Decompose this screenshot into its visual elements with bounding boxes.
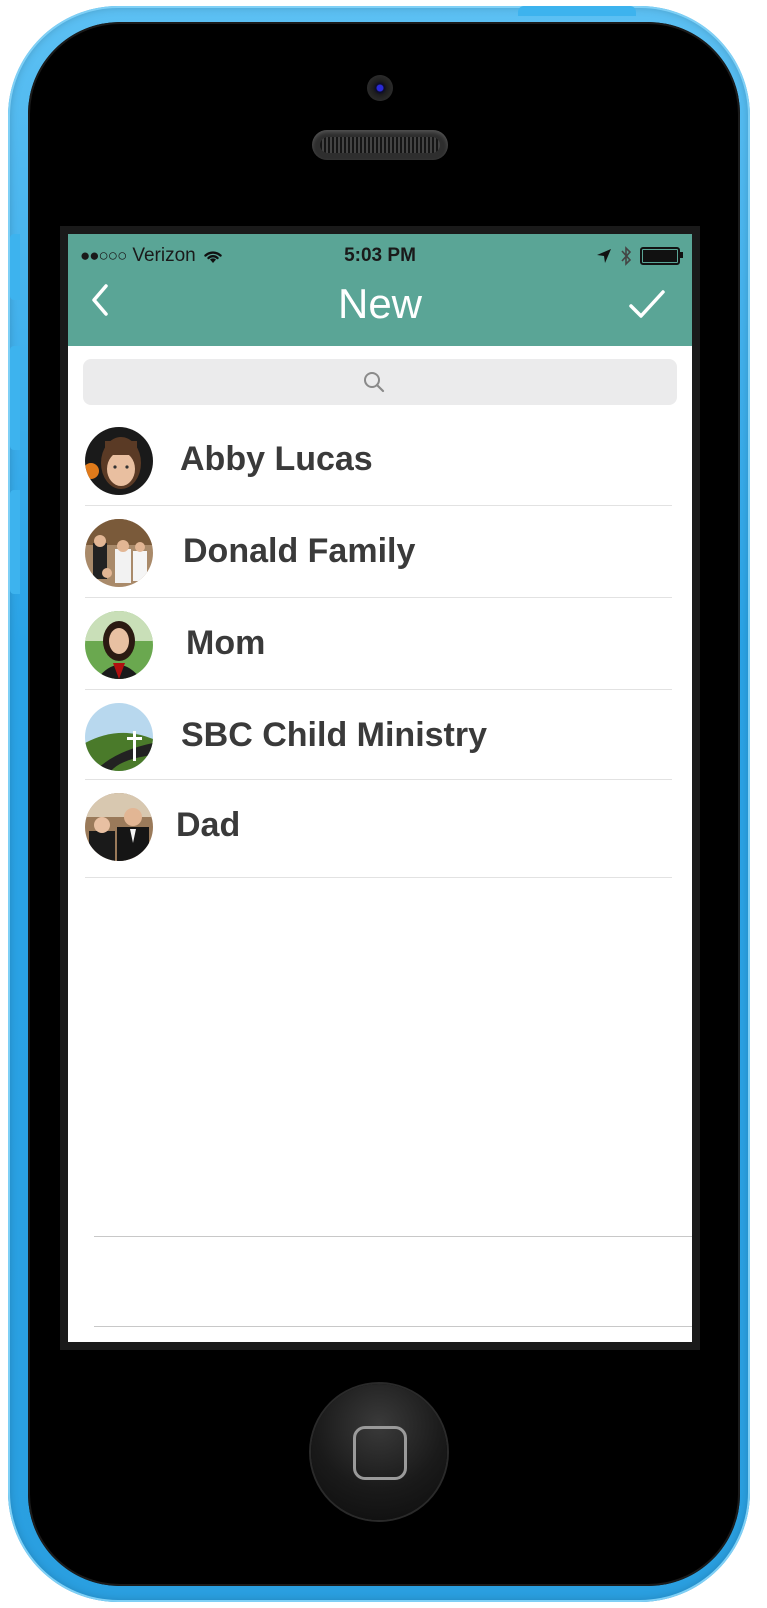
list-item[interactable]: SBC Child Ministry (68, 690, 692, 780)
status-right (596, 246, 683, 266)
avatar (85, 611, 153, 679)
battery-icon (640, 247, 683, 265)
checkmark-icon[interactable] (628, 286, 666, 322)
contact-name: Abby Lucas (180, 440, 373, 478)
home-square-icon (353, 1426, 407, 1480)
avatar (85, 793, 153, 861)
volume-up-button (10, 346, 20, 450)
list-item[interactable]: Donald Family (68, 506, 692, 598)
screen: ●●○○○ Verizon 5:03 PM New Abby Lucas Don… (68, 234, 692, 1342)
search-bar[interactable] (83, 359, 681, 407)
front-camera (367, 75, 393, 101)
status-bar: ●●○○○ Verizon 5:03 PM (68, 242, 692, 272)
row-divider (85, 877, 672, 878)
power-button (518, 6, 636, 16)
list-item[interactable]: Abby Lucas (68, 414, 692, 506)
avatar (85, 519, 153, 587)
avatar (85, 703, 153, 771)
contact-list: Abby Lucas Donald Family Mom SBC Child M… (68, 414, 692, 878)
volume-down-button (10, 490, 20, 594)
contact-name: Dad (176, 806, 241, 844)
bluetooth-icon (621, 246, 632, 266)
avatar (85, 427, 153, 495)
location-arrow-icon (597, 249, 611, 263)
search-icon (364, 372, 385, 393)
home-button[interactable] (311, 1384, 447, 1520)
list-item[interactable]: Dad (68, 780, 692, 878)
top-bar: ●●○○○ Verizon 5:03 PM New (68, 234, 692, 346)
navigation-bar: New (68, 272, 692, 346)
contact-name: Donald Family (183, 532, 416, 570)
contact-name: SBC Child Ministry (181, 716, 488, 754)
contact-name: Mom (186, 624, 266, 662)
divider (94, 1236, 692, 1237)
divider (94, 1326, 692, 1327)
page-title: New (337, 280, 423, 327)
earpiece-speaker (312, 130, 448, 160)
mute-switch (10, 234, 20, 300)
list-item[interactable]: Mom (68, 598, 692, 690)
